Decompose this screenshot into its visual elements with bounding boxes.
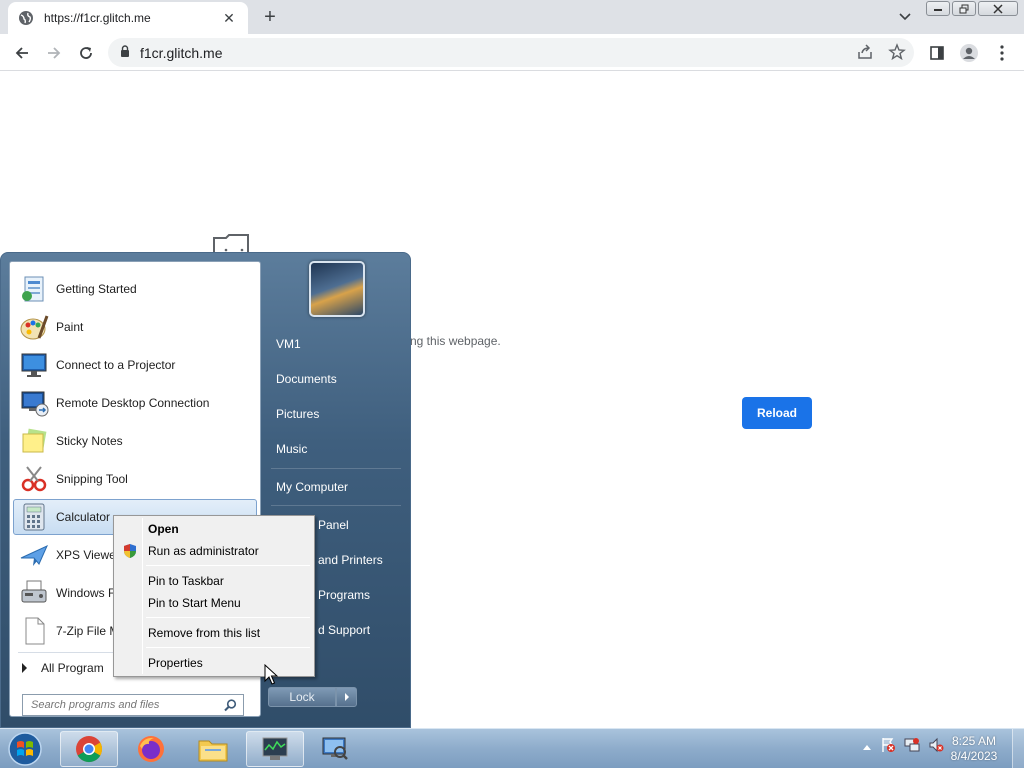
start-item-documents[interactable]: Documents (271, 364, 403, 394)
program-snipping-tool[interactable]: Snipping Tool (13, 461, 257, 497)
refresh-button[interactable] (74, 41, 98, 65)
taskbar-task-manager[interactable] (246, 731, 304, 767)
reload-button[interactable]: Reload (742, 397, 812, 429)
program-getting-started[interactable]: Getting Started (13, 271, 257, 307)
folder-icon (198, 740, 228, 762)
lock-button[interactable]: Lock (268, 687, 336, 707)
menu-item-open[interactable]: Open (116, 518, 312, 540)
start-search-input[interactable] (31, 699, 211, 711)
taskbar-clock[interactable]: 8:25 AM 8/4/2023 (944, 734, 1004, 764)
taskbar-magnifier[interactable] (306, 731, 364, 767)
paint-icon (18, 311, 50, 343)
file-icon (18, 615, 50, 647)
program-connect-projector[interactable]: Connect to a Projector (13, 347, 257, 383)
close-window-button[interactable] (978, 1, 1018, 16)
tab-strip: https://f1cr.glitch.me ✕ + (0, 0, 1024, 34)
menu-separator (146, 647, 310, 648)
restore-button[interactable] (952, 1, 976, 16)
refresh-icon (80, 47, 92, 59)
taskbar-explorer[interactable] (184, 731, 242, 767)
uac-shield-icon (123, 543, 137, 562)
sticky-notes-icon (18, 425, 50, 457)
getting-started-icon (18, 273, 50, 305)
start-item-user[interactable]: VM1 (271, 329, 403, 359)
xps-viewer-icon (18, 539, 50, 571)
volume-muted-icon[interactable] (928, 737, 944, 756)
all-programs-button[interactable]: All Program (18, 658, 104, 678)
system-tray (862, 737, 944, 756)
taskbar: 8:25 AM 8/4/2023 (0, 728, 1024, 768)
side-panel-icon[interactable] (926, 42, 948, 64)
new-tab-button[interactable]: + (259, 6, 281, 28)
start-button[interactable] (4, 730, 46, 768)
start-item-my-computer[interactable]: My Computer (271, 472, 403, 502)
triangle-right-icon (22, 663, 27, 673)
program-sticky-notes[interactable]: Sticky Notes (13, 423, 257, 459)
show-desktop-button[interactable] (1012, 729, 1024, 768)
start-search-box[interactable] (22, 694, 244, 716)
lock-icon[interactable] (120, 45, 130, 60)
menu-item-remove[interactable]: Remove from this list (116, 622, 312, 644)
menu-separator (146, 617, 310, 618)
close-tab-icon[interactable]: ✕ (220, 9, 238, 27)
projector-icon (18, 349, 50, 381)
menu-item-run-as-admin[interactable]: Run as administrator (116, 540, 312, 562)
menu-item-properties[interactable]: Properties (116, 652, 312, 674)
profile-icon[interactable] (958, 42, 980, 64)
action-center-icon[interactable] (880, 737, 896, 756)
chrome-icon (76, 736, 103, 763)
url-text[interactable]: f1cr.glitch.me (140, 45, 222, 61)
forward-arrow-icon (48, 47, 61, 59)
monitor-magnifier-icon (322, 737, 348, 760)
search-icon[interactable] (224, 699, 237, 715)
task-manager-icon (262, 737, 288, 760)
mouse-pointer-icon (264, 663, 279, 689)
program-remote-desktop[interactable]: Remote Desktop Connection (13, 385, 257, 421)
globe-icon (18, 10, 34, 26)
start-item-music[interactable]: Music (271, 434, 403, 464)
calculator-icon (18, 501, 50, 533)
chevron-down-icon[interactable] (896, 8, 914, 26)
clock-time: 8:25 AM (951, 734, 997, 748)
snipping-tool-icon (18, 463, 50, 495)
back-button[interactable] (10, 41, 34, 65)
triangle-right-icon (344, 693, 349, 701)
menu-separator (146, 565, 310, 566)
windows-logo-icon (8, 732, 42, 766)
start-item-pictures[interactable]: Pictures (271, 399, 403, 429)
bookmark-star-icon[interactable] (888, 43, 906, 64)
taskbar-firefox[interactable] (122, 731, 180, 767)
taskbar-chrome[interactable] (60, 731, 118, 767)
share-icon[interactable] (856, 43, 874, 64)
menu-item-pin-taskbar[interactable]: Pin to Taskbar (116, 570, 312, 592)
minimize-button[interactable] (926, 1, 950, 16)
remote-desktop-icon (18, 387, 50, 419)
fax-icon (18, 577, 50, 609)
divider (271, 468, 401, 469)
clock-date: 8/4/2023 (950, 749, 998, 763)
menu-item-pin-start[interactable]: Pin to Start Menu (116, 592, 312, 614)
network-icon[interactable] (904, 737, 920, 756)
kebab-menu-icon[interactable] (991, 42, 1013, 64)
back-arrow-icon (15, 47, 28, 59)
program-paint[interactable]: Paint (13, 309, 257, 345)
firefox-icon (138, 736, 164, 762)
error-message: ng this webpage. (410, 334, 501, 348)
browser-tab[interactable]: https://f1cr.glitch.me ✕ (8, 2, 248, 34)
shutdown-options-button[interactable] (336, 687, 357, 707)
context-menu: Open Run as administrator Pin to Taskbar… (113, 515, 315, 677)
window-controls (926, 1, 1018, 16)
browser-toolbar: f1cr.glitch.me (0, 34, 1024, 71)
tab-title: https://f1cr.glitch.me (44, 11, 151, 25)
forward-button[interactable] (42, 41, 66, 65)
show-hidden-icons[interactable] (862, 740, 872, 754)
divider (271, 505, 401, 506)
user-avatar[interactable] (309, 261, 365, 317)
address-bar[interactable]: f1cr.glitch.me (108, 38, 914, 67)
